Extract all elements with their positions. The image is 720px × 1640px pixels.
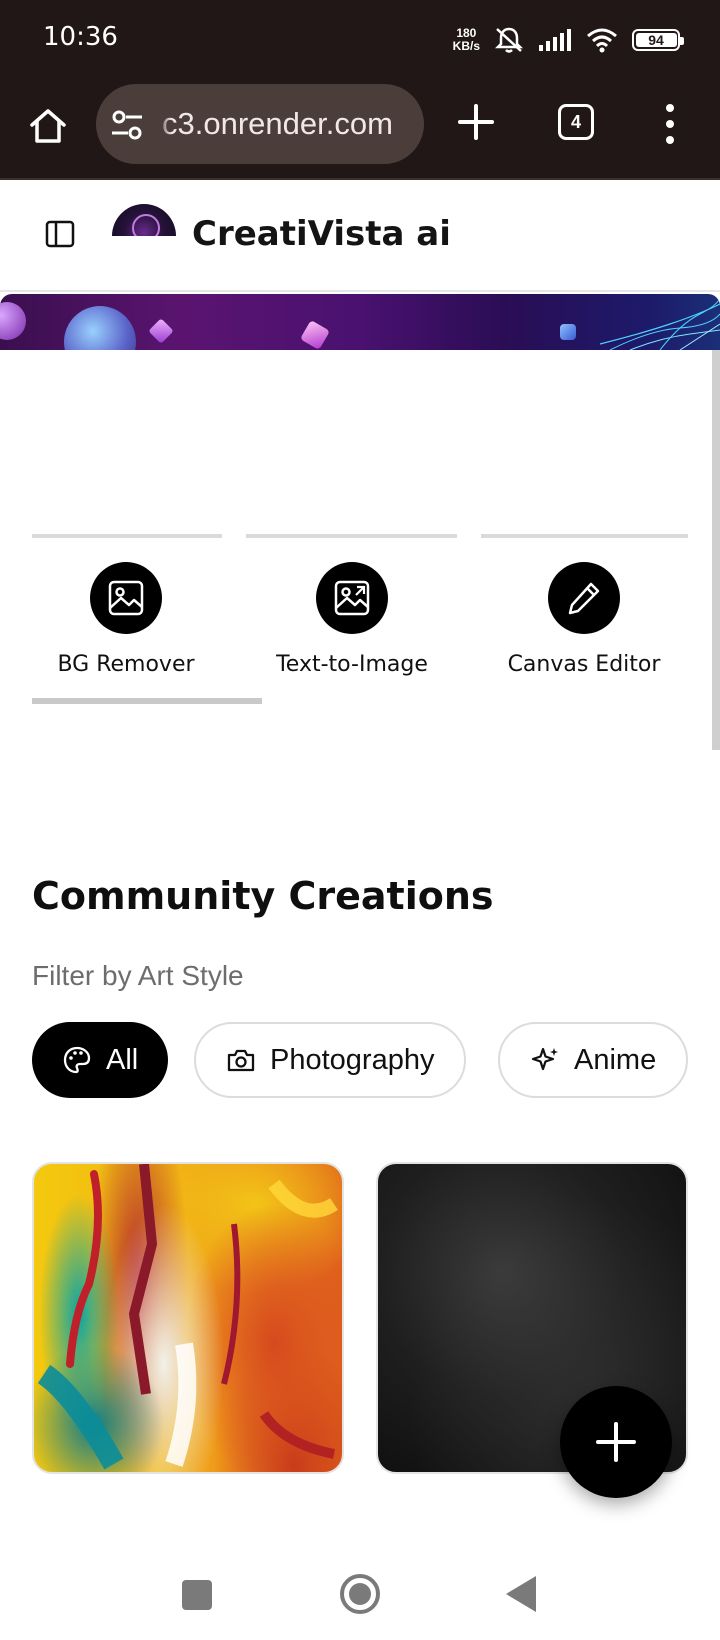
status-time: 10:36: [43, 22, 118, 52]
filter-chip-photography[interactable]: Photography: [194, 1022, 467, 1098]
plus-icon: [596, 1422, 636, 1462]
status-icons: 180 KB/s 94: [453, 22, 684, 58]
banner-orb: [0, 302, 26, 340]
banner-spark-lines: [600, 295, 720, 350]
palette-icon: [63, 1046, 91, 1074]
gallery-card[interactable]: [32, 1162, 344, 1474]
abstract-painting-image: [37, 1164, 338, 1470]
active-tool-indicator: [32, 698, 262, 704]
tool-text-to-image[interactable]: Text-to-Image: [252, 562, 452, 677]
camera-icon: [227, 1049, 255, 1072]
banner-gem: [148, 318, 174, 344]
tool-canvas-editor[interactable]: Canvas Editor: [484, 562, 684, 677]
pen-icon: [568, 582, 600, 615]
banner-gem: [299, 319, 331, 350]
sidebar-toggle-icon[interactable]: [44, 218, 76, 250]
image-icon: [108, 580, 144, 616]
tab-switcher-icon[interactable]: 4: [558, 104, 594, 140]
create-fab-button[interactable]: [560, 1386, 672, 1498]
network-speed-unit: KB/s: [452, 39, 480, 53]
more-menu-icon[interactable]: [656, 100, 684, 148]
battery-level: 94: [648, 32, 664, 48]
hero-banner: [0, 294, 720, 350]
sparkles-icon: [531, 1047, 558, 1071]
filter-chip-all[interactable]: All: [32, 1022, 169, 1098]
tool-icon-circle: [90, 562, 162, 634]
page-scrollbar[interactable]: [712, 350, 720, 750]
tool-progress-line: [246, 534, 457, 538]
mute-icon: [494, 27, 524, 53]
tab-count: 4: [570, 111, 581, 132]
home-nav-dot: [349, 1583, 371, 1605]
section-title: Community Creations: [32, 874, 494, 918]
battery-icon: 94: [632, 29, 684, 51]
banner-gem: [560, 324, 576, 340]
browser-toolbar: c3.onrender.com 4: [0, 80, 720, 180]
home-icon: [30, 109, 66, 143]
filter-chip-label: All: [106, 1043, 139, 1076]
brand-title[interactable]: CreatiVista ai: [192, 214, 451, 254]
status-bar: 10:36 180 KB/s 94: [0, 0, 720, 80]
tool-label: Canvas Editor: [507, 652, 661, 677]
tool-bg-remover[interactable]: BG Remover: [26, 562, 226, 677]
tool-progress-line: [32, 534, 222, 538]
tool-label: Text-to-Image: [276, 652, 428, 677]
back-button[interactable]: [506, 1576, 536, 1612]
url-text[interactable]: c3.onrender.com: [162, 84, 393, 164]
recent-apps-button[interactable]: [182, 1580, 212, 1610]
home-nav-button[interactable]: [340, 1574, 380, 1614]
tool-icon-circle: [548, 562, 620, 634]
site-settings-icon[interactable]: [110, 108, 144, 142]
new-tab-icon[interactable]: [452, 98, 500, 146]
tool-icon-circle: [316, 562, 388, 634]
filter-chip-row[interactable]: All Photography Anime: [0, 1010, 688, 1110]
filter-label: Filter by Art Style: [32, 960, 244, 991]
filter-chip-anime[interactable]: Anime: [498, 1022, 688, 1098]
system-navigation-bar: [0, 1546, 720, 1640]
filter-chip-label: Anime: [574, 1043, 657, 1076]
tool-progress-line: [481, 534, 688, 538]
banner-orb: [64, 306, 136, 350]
app-header: CreatiVista ai: [0, 182, 720, 292]
filter-chip-label: Photography: [270, 1043, 435, 1076]
home-button[interactable]: [24, 102, 72, 150]
brand-logo[interactable]: [112, 204, 176, 236]
image-icon: [334, 580, 370, 616]
url-fade: [156, 84, 172, 164]
wifi-icon: [587, 28, 617, 53]
signal-icon: [539, 29, 571, 51]
network-speed: 180 KB/s: [453, 27, 480, 53]
tool-label: BG Remover: [57, 652, 195, 677]
address-bar[interactable]: c3.onrender.com: [96, 84, 424, 164]
